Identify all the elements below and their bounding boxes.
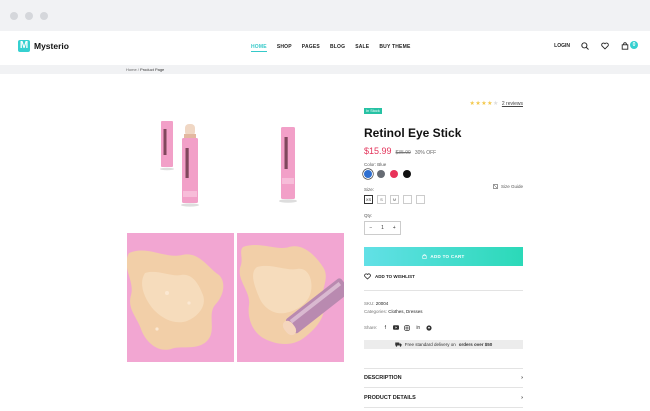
categories-row: Categories: Clothes, Dresses: [364, 309, 523, 314]
main-nav: HOME SHOP PAGES BLOG SALE BUY THEME: [251, 44, 410, 52]
breadcrumb: Home / Product Page: [0, 65, 650, 74]
qty-label: Qty:: [364, 213, 373, 218]
color-swatch-gray[interactable]: [377, 170, 385, 178]
current-price: $15.99: [364, 146, 392, 156]
window-dot[interactable]: [40, 11, 48, 20]
accordion-details-label: PRODUCT DETAILS: [364, 394, 416, 401]
breadcrumb-current: Product Page: [140, 67, 165, 72]
size-option-m[interactable]: M: [390, 195, 399, 204]
categories-label: Categories:: [364, 308, 388, 314]
discount-label: 30% OFF: [414, 150, 437, 156]
wishlist-button[interactable]: ADD TO WISHLIST: [364, 273, 523, 280]
qty-decrease-button[interactable]: −: [365, 225, 377, 231]
nav-blog[interactable]: BLOG: [330, 44, 345, 52]
color-options: [364, 170, 523, 178]
add-to-cart-button[interactable]: ADD TO CART: [364, 247, 523, 266]
size-guide-label: Size Guide: [500, 184, 523, 189]
accordion-description-label: DESCRIPTION: [364, 375, 402, 381]
ruler-icon: [493, 184, 498, 189]
chevron-right-icon: ›: [521, 375, 523, 381]
qty-value[interactable]: 1: [377, 225, 389, 231]
size-option-l[interactable]: [403, 195, 412, 204]
youtube-icon[interactable]: [393, 325, 400, 331]
size-option-xs[interactable]: XS: [364, 195, 373, 204]
color-swatch-blue[interactable]: [364, 170, 372, 178]
qty-increase-button[interactable]: +: [388, 225, 400, 231]
price-row: $15.99 $35.99 30% OFF: [364, 146, 523, 156]
browser-window: M Mysterio HOME SHOP PAGES BLOG SALE BUY…: [0, 0, 650, 411]
window-dot[interactable]: [10, 11, 18, 20]
share-label: Share:: [364, 325, 378, 331]
accordion-description[interactable]: DESCRIPTION ›: [364, 368, 523, 388]
facebook-icon[interactable]: f: [382, 325, 388, 331]
delivery-text: Free standard delivery on: [404, 341, 456, 347]
categories-value[interactable]: Clothes, Dresses: [388, 309, 422, 314]
pinterest-icon[interactable]: [426, 325, 432, 331]
nav-home[interactable]: HOME: [251, 44, 267, 52]
nav-pages[interactable]: PAGES: [302, 44, 320, 52]
product-image-2[interactable]: [235, 93, 343, 224]
product-gallery: [127, 93, 344, 362]
heart-icon: [364, 273, 371, 280]
delivery-banner: Free standard delivery on orders over $5…: [364, 339, 523, 349]
nav-buy-theme[interactable]: BUY THEME: [379, 44, 410, 52]
header-actions: LOGIN 0: [554, 41, 638, 51]
star-rating-icon: ★★★★★: [469, 101, 499, 107]
color-swatch-red[interactable]: [390, 170, 398, 178]
window-dot[interactable]: [25, 11, 33, 20]
search-icon[interactable]: [580, 41, 590, 51]
old-price: $35.99: [395, 150, 411, 156]
product-image-1[interactable]: [127, 93, 235, 224]
site-header: M Mysterio HOME SHOP PAGES BLOG SALE BUY…: [0, 31, 650, 65]
truck-icon: [394, 342, 402, 347]
wishlist-label: ADD TO WISHLIST: [375, 274, 415, 279]
texture-image-1[interactable]: [127, 233, 234, 362]
chevron-right-icon: ›: [521, 394, 523, 401]
color-label: Color: Blue: [364, 162, 387, 167]
size-option-s[interactable]: S: [377, 195, 386, 204]
sku-row: SKU: 20004: [364, 301, 523, 306]
share-row: Share: f in: [364, 325, 523, 331]
instagram-icon[interactable]: [404, 324, 411, 331]
quantity-stepper: − 1 +: [364, 221, 401, 235]
nav-sale[interactable]: SALE: [355, 44, 369, 52]
divider: [364, 290, 523, 291]
product-title: Retinol Eye Stick: [364, 126, 462, 140]
logo-text: Mysterio: [34, 41, 69, 51]
sku-value: 20004: [375, 300, 389, 306]
heart-icon[interactable]: [600, 41, 610, 51]
linkedin-icon[interactable]: in: [415, 325, 421, 331]
delivery-threshold: orders over $50: [458, 341, 493, 347]
size-guide-link[interactable]: Size Guide: [493, 184, 523, 189]
rating: ★★★★★ 2 reviews: [469, 100, 523, 108]
nav-shop[interactable]: SHOP: [277, 44, 292, 52]
cart-count-badge: 0: [630, 41, 638, 49]
size-option-xl[interactable]: [416, 195, 425, 204]
color-swatch-black[interactable]: [403, 170, 411, 178]
stock-badge: In Stock: [364, 108, 382, 114]
logo-mark: M: [18, 40, 30, 52]
accordion-product-details[interactable]: PRODUCT DETAILS ›: [364, 388, 523, 408]
breadcrumb-home[interactable]: Home: [126, 67, 137, 72]
login-link[interactable]: LOGIN: [554, 43, 570, 49]
reviews-link[interactable]: 2 reviews: [502, 101, 523, 107]
breadcrumb-separator: /: [137, 67, 139, 72]
window-titlebar: [0, 0, 650, 31]
sku-label: SKU:: [364, 300, 375, 306]
add-to-cart-label: ADD TO CART: [430, 254, 465, 259]
size-options: XS S M: [364, 195, 523, 204]
product-info-panel: In Stock ★★★★★ 2 reviews Retinol Eye Sti…: [364, 99, 523, 349]
logo[interactable]: M Mysterio: [18, 40, 69, 52]
texture-image-2[interactable]: [237, 233, 344, 362]
cart-icon[interactable]: 0: [620, 41, 638, 51]
bag-icon: [422, 254, 427, 259]
